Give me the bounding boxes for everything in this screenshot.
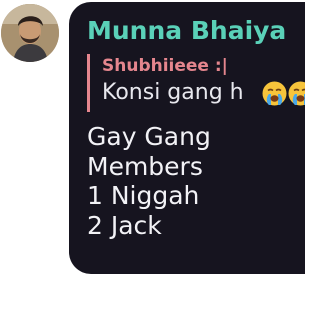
sender-name[interactable]: Munna Bhaiya [87,14,286,48]
loudly-crying-face-icon [262,81,287,106]
message-text: Gay Gang Members 1 Niggah 2 Jack [87,122,211,240]
message-line: Gay Gang [87,122,211,151]
quoted-reply-body: Konsi gang h [102,78,305,108]
avatar[interactable] [1,4,59,62]
quoted-reply-text: Konsi gang h [102,80,244,105]
loudly-crying-face-icon [288,81,305,106]
avatar-photo [1,4,59,62]
message-line: Members [87,151,203,181]
quoted-reply[interactable]: Shubhiieee :| Konsi gang h [87,54,305,112]
chat-message-row: Munna Bhaiya Shubhiieee :| Konsi gang h [0,0,305,320]
message-line: 2 Jack [87,210,162,240]
message-line: 1 Niggah [87,181,200,210]
quoted-reply-author: Shubhiieee :| [102,56,228,76]
